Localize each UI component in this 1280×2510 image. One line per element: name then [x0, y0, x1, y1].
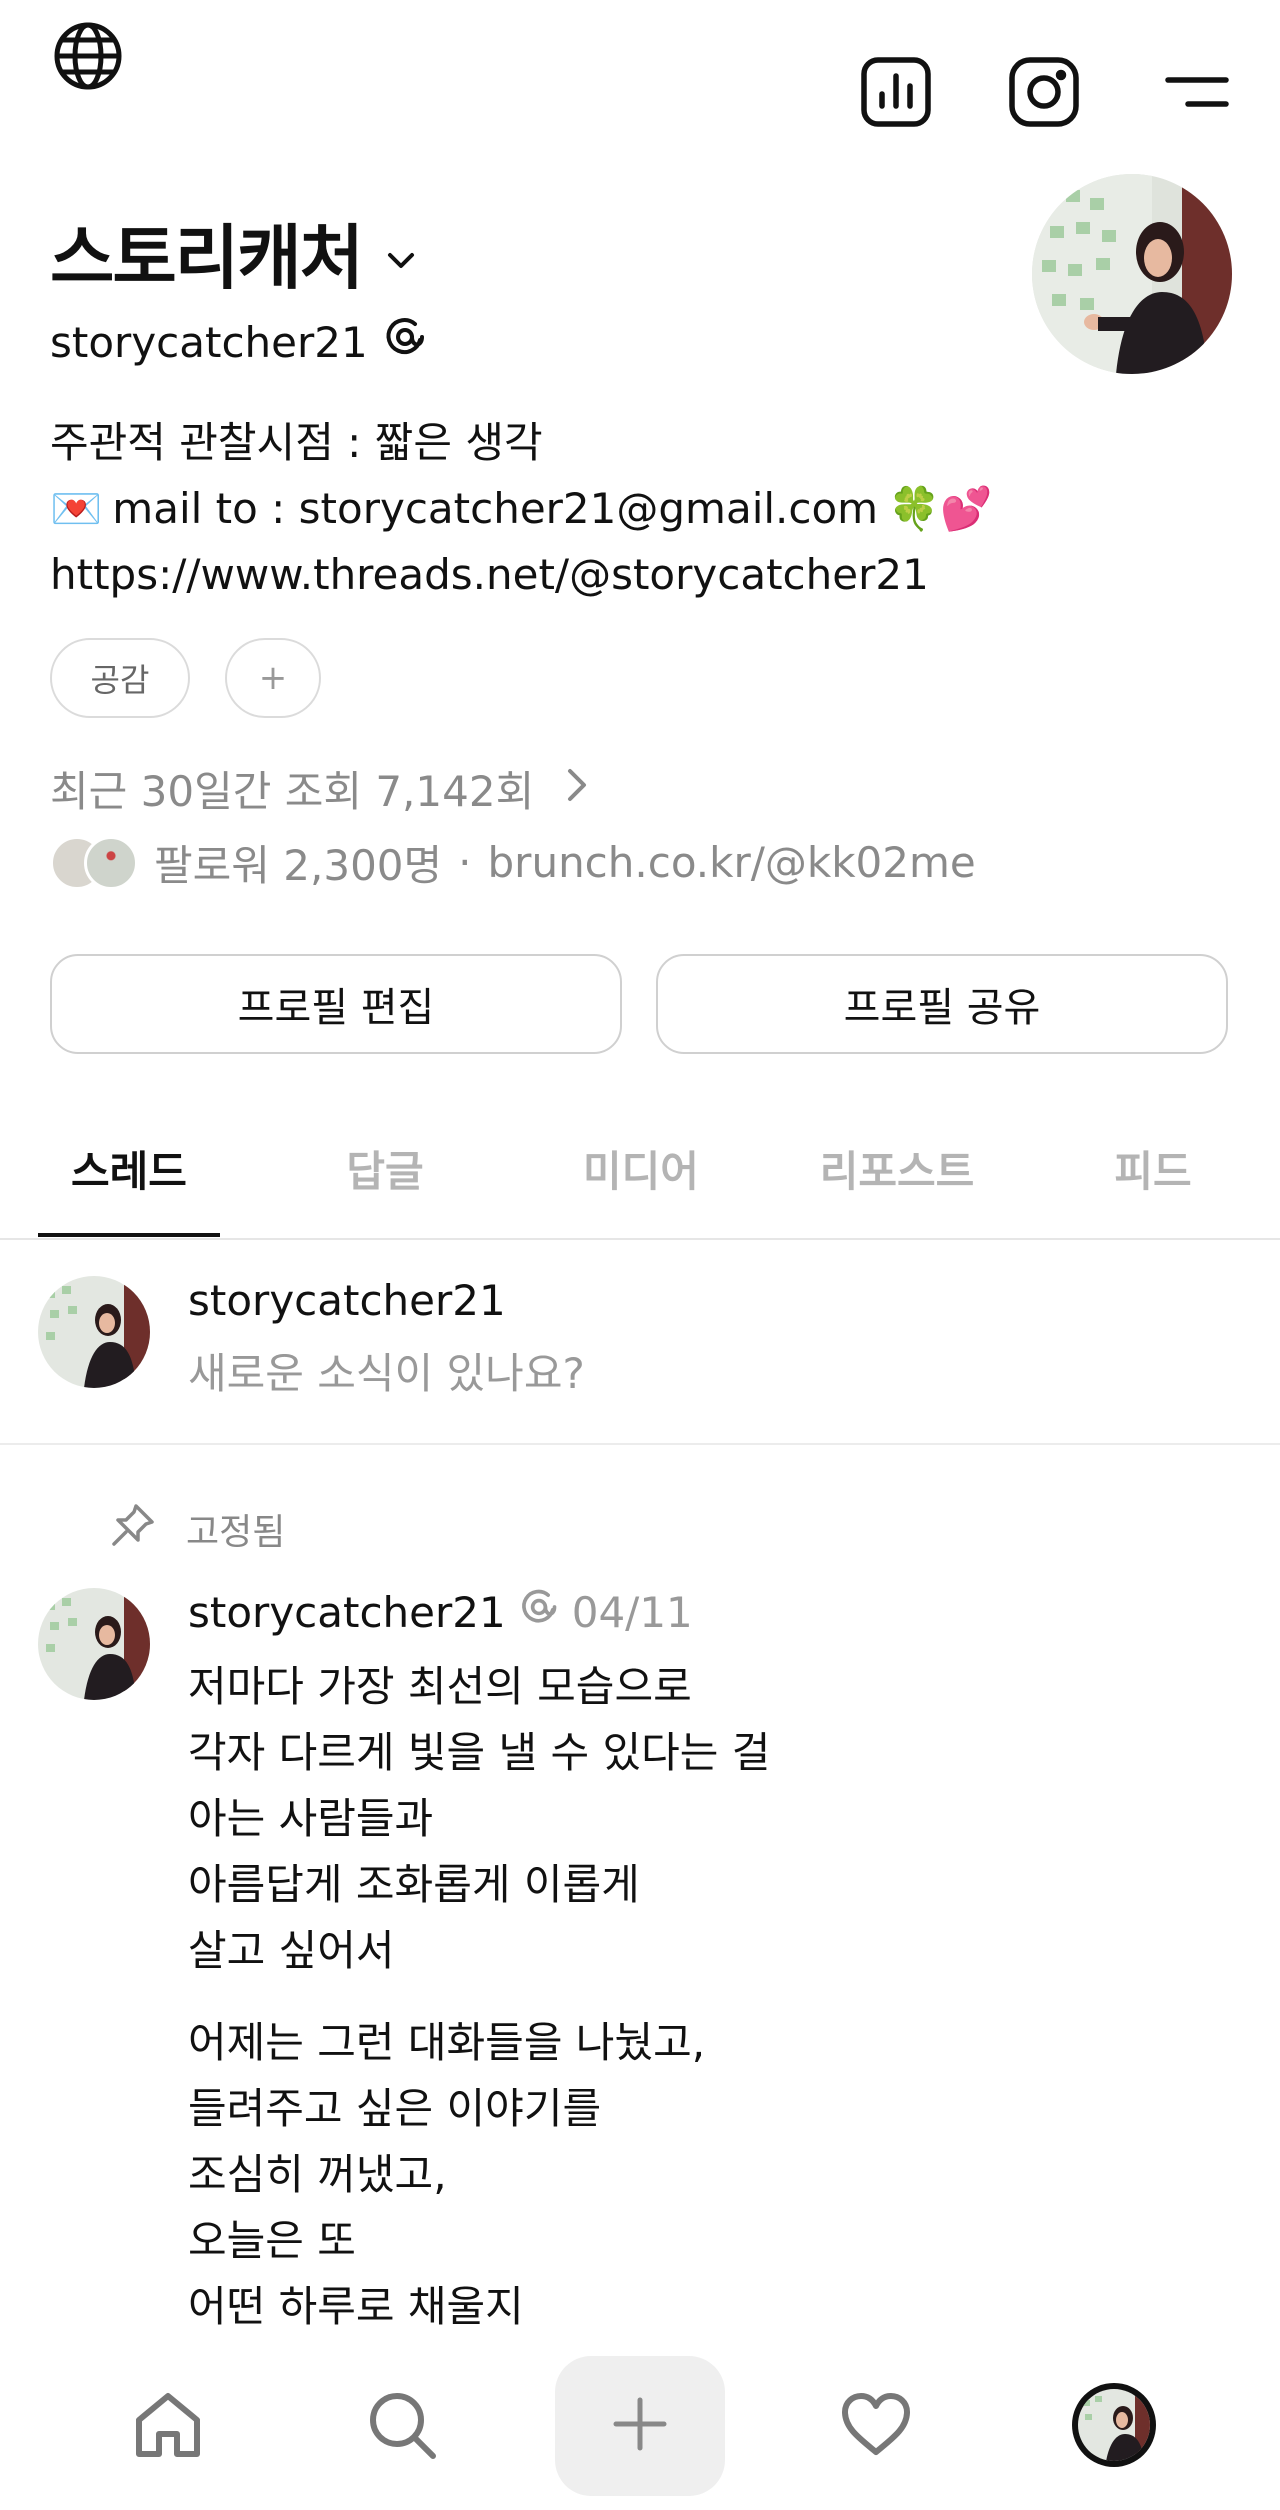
post-line: 살고 싶어서: [188, 1926, 395, 1975]
bio-mail-line[interactable]: 💌 mail to : storycatcher21@gmail.com 🍀💕: [50, 476, 993, 542]
profile-tabs: 스레드 답글 미디어 리포스트 피드: [0, 1120, 1280, 1240]
bio-mail-text[interactable]: mail to : storycatcher21@gmail.com: [112, 476, 878, 542]
composer-avatar: [38, 1276, 150, 1388]
bottom-nav: [0, 2340, 1280, 2510]
tab-replies[interactable]: 답글: [285, 1138, 485, 1208]
post-paragraph-2: 어제는 그런 대화들을 나눴고, 들려주고 싶은 이야기를 조심히 꺼냈고, 오…: [188, 2010, 705, 2340]
chip-empathy[interactable]: 공감: [50, 638, 190, 718]
post-line: 각자 다르게 빛을 낼 수 있다는 걸: [188, 1728, 771, 1777]
post-line: 어제는 그런 대화들을 나눴고,: [188, 2018, 706, 2067]
composer-username: storycatcher21: [188, 1276, 506, 1325]
share-profile-label: 프로필 공유: [843, 985, 1041, 1031]
post-line: 오늘은 또: [188, 2216, 356, 2265]
post-date: 04/11: [571, 1587, 693, 1637]
composer-placeholder[interactable]: 새로운 소식이 있나요?: [188, 1340, 585, 1401]
active-tab-indicator: [38, 1233, 220, 1237]
love-letter-emoji: 💌: [50, 484, 103, 533]
composer[interactable]: storycatcher21 새로운 소식이 있나요?: [0, 1240, 1280, 1445]
views-text: 최근 30일간 조회 7,142회: [50, 767, 535, 816]
followers-count[interactable]: 팔로워 2,300명: [154, 832, 442, 893]
chevron-right-icon: [564, 764, 590, 813]
profile-avatar[interactable]: [1054, 2365, 1174, 2485]
pinned-label: 고정됨: [186, 1512, 286, 1553]
views-row[interactable]: 최근 30일간 조회 7,142회: [50, 758, 590, 819]
bio-line: 주관적 관찰시점 : 짧은 생각: [50, 418, 543, 467]
instagram-icon[interactable]: [1004, 52, 1084, 132]
post-username[interactable]: storycatcher21: [188, 1588, 506, 1637]
menu-icon[interactable]: [1156, 52, 1236, 132]
search-icon[interactable]: [342, 2365, 462, 2485]
username-row: storycatcher21: [50, 314, 428, 370]
threads-badge-icon: [518, 1586, 560, 1638]
display-name: 스토리캐처: [50, 217, 364, 299]
tab-feed[interactable]: 피드: [1053, 1138, 1253, 1208]
profile-display-name-row[interactable]: 스토리캐처: [50, 202, 418, 303]
post-paragraph-1: 저마다 가장 최선의 모습으로 각자 다르게 빛을 낼 수 있다는 걸 아는 사…: [188, 1654, 770, 1984]
threads-badge-icon[interactable]: [382, 314, 428, 370]
post-header: storycatcher21 04/11: [188, 1586, 693, 1638]
separator: ·: [458, 838, 472, 887]
profile-link[interactable]: brunch.co.kr/@kk02me: [488, 838, 976, 887]
post-line: 아름답게 조화롭게 이롭게: [188, 1860, 640, 1909]
edit-profile-label: 프로필 편집: [237, 985, 435, 1031]
post-line: 아는 사람들과: [188, 1794, 434, 1843]
globe-icon[interactable]: [48, 16, 128, 96]
chevron-down-icon[interactable]: [384, 212, 418, 294]
post-line: 조심히 꺼냈고,: [188, 2150, 447, 2199]
pin-icon: [108, 1500, 158, 1554]
bio: 주관적 관찰시점 : 짧은 생각 💌 mail to : storycatche…: [50, 410, 993, 608]
clover-hearts-emoji: 🍀💕: [888, 484, 993, 533]
bio-link[interactable]: https://www.threads.net/@storycatcher21: [50, 542, 993, 608]
post-avatar[interactable]: [38, 1588, 150, 1700]
chip-empathy-label: 공감: [90, 661, 150, 699]
follower-avatar: [84, 835, 138, 890]
post-line: 저마다 가장 최선의 모습으로: [188, 1662, 692, 1711]
post-line: 들려주고 싶은 이야기를: [188, 2084, 602, 2133]
home-icon[interactable]: [108, 2365, 228, 2485]
followers-row: 팔로워 2,300명 · brunch.co.kr/@kk02me: [50, 832, 976, 893]
plus-icon: [610, 2394, 670, 2458]
edit-profile-button[interactable]: 프로필 편집: [50, 954, 622, 1054]
chip-add-label: +: [258, 658, 288, 698]
username: storycatcher21: [50, 317, 368, 367]
heart-icon[interactable]: [816, 2365, 936, 2485]
insights-icon[interactable]: [856, 52, 936, 132]
new-thread-button[interactable]: [555, 2356, 725, 2496]
follower-avatars[interactable]: [50, 835, 138, 890]
tab-media[interactable]: 미디어: [541, 1138, 741, 1208]
tab-reposts[interactable]: 리포스트: [797, 1138, 997, 1208]
post-line: 어떤 하루로 채울지: [188, 2282, 524, 2331]
share-profile-button[interactable]: 프로필 공유: [656, 954, 1228, 1054]
tab-threads[interactable]: 스레드: [29, 1138, 229, 1208]
profile-avatar[interactable]: [1032, 174, 1232, 374]
chip-add[interactable]: +: [225, 638, 321, 718]
